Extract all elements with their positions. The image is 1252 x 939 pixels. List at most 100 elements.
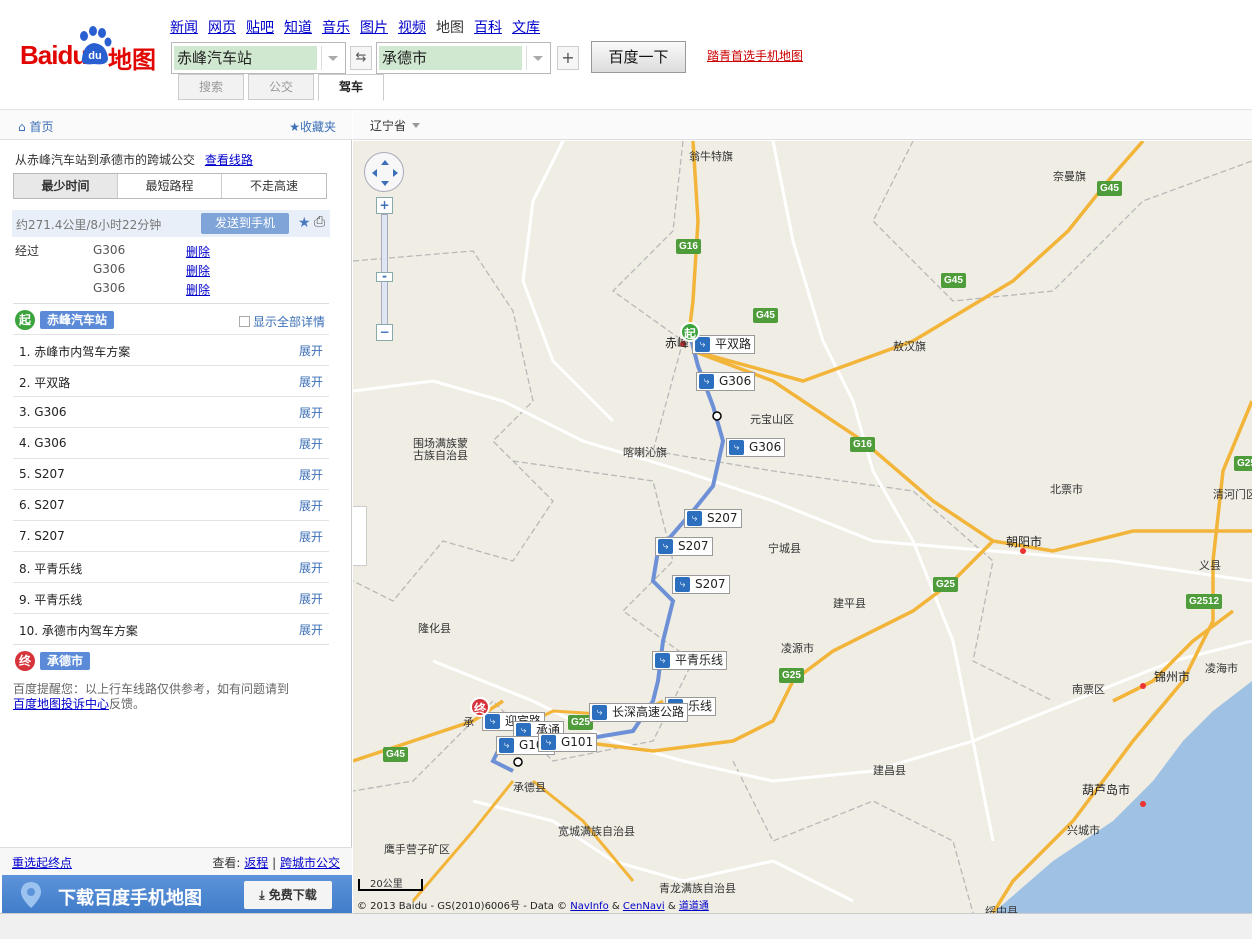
province-selector[interactable]: 辽宁省 bbox=[370, 117, 420, 134]
swap-icon[interactable]: ⇆ bbox=[350, 46, 372, 70]
route-label[interactable]: S207 bbox=[655, 537, 713, 556]
route-label[interactable]: G306 bbox=[726, 438, 786, 457]
nav-link-tieba[interactable]: 贴吧 bbox=[246, 17, 274, 37]
expand-link[interactable]: 展开 bbox=[299, 590, 323, 607]
nav-link-news[interactable]: 新闻 bbox=[170, 17, 198, 37]
expand-link[interactable]: 展开 bbox=[299, 435, 323, 452]
origin-field[interactable]: 赤峰汽车站 bbox=[174, 46, 317, 70]
mobile-map-link[interactable]: 踏青首选手机地图 bbox=[707, 47, 803, 64]
tab-search[interactable]: 搜索 bbox=[178, 74, 244, 100]
tab-no-highway[interactable]: 不走高速 bbox=[222, 174, 326, 198]
expand-link[interactable]: 展开 bbox=[299, 404, 323, 421]
baidu-map-logo[interactable]: Baidu du 地图 bbox=[20, 24, 160, 74]
nav-link-wenku[interactable]: 文库 bbox=[512, 17, 540, 37]
tab-drive[interactable]: 驾车 bbox=[318, 74, 384, 101]
route-label[interactable]: S207 bbox=[672, 575, 730, 594]
origin-dropdown-icon[interactable] bbox=[321, 46, 343, 70]
route-label[interactable]: S207 bbox=[684, 509, 742, 528]
home-icon: ⌂ bbox=[18, 120, 26, 134]
nav-link-images[interactable]: 图片 bbox=[360, 17, 388, 37]
nav-link-web[interactable]: 网页 bbox=[208, 17, 236, 37]
route-label[interactable]: 平双路 bbox=[692, 335, 756, 354]
view-route-link[interactable]: 查看线路 bbox=[205, 153, 253, 167]
zoom-slider-handle[interactable]: - bbox=[376, 270, 393, 282]
expand-link[interactable]: 展开 bbox=[299, 559, 323, 576]
destination-field[interactable]: 承德市 bbox=[379, 46, 522, 70]
collapse-panel-icon[interactable] bbox=[353, 506, 367, 566]
daodaotong-link[interactable]: 道道通 bbox=[679, 901, 709, 912]
destination-input[interactable]: 承德市 bbox=[376, 42, 551, 74]
list-item[interactable]: 6. S207 展开 bbox=[13, 489, 329, 520]
nav-link-zhidao[interactable]: 知道 bbox=[284, 17, 312, 37]
start-name[interactable]: 赤峰汽车站 bbox=[40, 311, 115, 329]
free-download-button[interactable]: ⤓ 免费下载 bbox=[244, 881, 332, 909]
expand-link[interactable]: 展开 bbox=[299, 621, 323, 638]
list-item[interactable]: 3. G306 展开 bbox=[13, 396, 329, 427]
star-icon: ★ bbox=[289, 120, 300, 134]
send-to-phone-button[interactable]: 发送到手机 bbox=[201, 213, 289, 234]
via-delete-link[interactable]: 删除 bbox=[186, 243, 210, 260]
zoom-in-button[interactable]: + bbox=[376, 197, 393, 214]
via-road: G306 bbox=[93, 281, 126, 295]
home-link[interactable]: ⌂ 首页 bbox=[18, 118, 53, 135]
road bbox=[771, 141, 995, 842]
highway-shield: G45 bbox=[753, 308, 778, 323]
tab-shortest[interactable]: 最短路程 bbox=[118, 174, 222, 198]
map-label: 锦州市 bbox=[1154, 670, 1191, 684]
origin-input[interactable]: 赤峰汽车站 bbox=[171, 42, 346, 74]
route-label[interactable]: G101 bbox=[538, 733, 598, 752]
expand-link[interactable]: 展开 bbox=[299, 466, 323, 483]
end-marker-icon[interactable]: 终 bbox=[470, 697, 490, 717]
paw-text: du bbox=[88, 50, 101, 62]
copyright-amp: & bbox=[611, 901, 620, 912]
start-point-row: 起 赤峰汽车站 显示全部详情 bbox=[13, 303, 329, 333]
nav-link-baike[interactable]: 百科 bbox=[474, 17, 502, 37]
list-item[interactable]: 5. S207 展开 bbox=[13, 458, 329, 489]
destination-dropdown-icon[interactable] bbox=[526, 46, 548, 70]
list-item[interactable]: 8. 平青乐线 展开 bbox=[13, 551, 329, 582]
complaint-link[interactable]: 百度地图投诉中心 bbox=[13, 697, 109, 711]
step-label: 5. S207 bbox=[19, 467, 65, 481]
return-link[interactable]: 返程 bbox=[244, 856, 268, 870]
list-item[interactable]: 4. G306 展开 bbox=[13, 427, 329, 458]
route-label[interactable]: 平青乐线 bbox=[652, 651, 728, 670]
end-name[interactable]: 承德市 bbox=[40, 652, 91, 670]
download-promo[interactable]: 下载百度手机地图 ⤓ 免费下载 bbox=[2, 875, 352, 915]
show-all-details-checkbox[interactable]: 显示全部详情 bbox=[238, 313, 325, 330]
highway-shield: G45 bbox=[383, 747, 408, 762]
list-item[interactable]: 10. 承德市内驾车方案 展开 bbox=[13, 613, 329, 644]
search-button[interactable]: 百度一下 bbox=[591, 41, 686, 73]
map-label: 义县 bbox=[1199, 559, 1221, 572]
list-item[interactable]: 1. 赤峰市内驾车方案 展开 bbox=[13, 334, 329, 365]
map-canvas[interactable]: 翁牛特旗 奈曼旗 敖汉旗 赤峰 元宝山区 喀喇沁旗 围场满族蒙 古族自治县 北票… bbox=[353, 141, 1252, 913]
start-marker-icon[interactable]: 起 bbox=[680, 322, 700, 342]
nav-link-music[interactable]: 音乐 bbox=[322, 17, 350, 37]
highway bbox=[1112, 609, 1235, 703]
expand-link[interactable]: 展开 bbox=[299, 342, 323, 359]
intercity-link[interactable]: 跨城市公交 bbox=[280, 856, 340, 870]
zoom-out-button[interactable]: − bbox=[376, 324, 393, 341]
favorite-star-icon[interactable]: ★ bbox=[298, 215, 311, 231]
list-item[interactable]: 7. S207 展开 bbox=[13, 520, 329, 551]
list-item[interactable]: 2. 平双路 展开 bbox=[13, 365, 329, 396]
tab-transit[interactable]: 公交 bbox=[248, 74, 314, 100]
list-item[interactable]: 9. 平青乐线 展开 bbox=[13, 582, 329, 613]
cennavi-link[interactable]: CenNavi bbox=[623, 901, 665, 912]
expand-link[interactable]: 展开 bbox=[299, 528, 323, 545]
route-label[interactable]: 长深高速公路 bbox=[589, 703, 689, 722]
expand-link[interactable]: 展开 bbox=[299, 497, 323, 514]
nav-link-video[interactable]: 视频 bbox=[398, 17, 426, 37]
via-delete-link[interactable]: 删除 bbox=[186, 262, 210, 279]
expand-link[interactable]: 展开 bbox=[299, 373, 323, 390]
copyright-amp: & bbox=[667, 901, 676, 912]
print-icon[interactable]: ⎙ bbox=[314, 214, 325, 230]
route-label[interactable]: G306 bbox=[696, 372, 756, 391]
reselect-link[interactable]: 重选起终点 bbox=[12, 854, 72, 871]
pan-control-icon[interactable] bbox=[364, 152, 404, 192]
via-delete-link[interactable]: 删除 bbox=[186, 281, 210, 298]
tab-fastest[interactable]: 最少时间 bbox=[14, 174, 118, 198]
favorites-link[interactable]: ★收藏夹 bbox=[289, 118, 336, 135]
add-waypoint-icon[interactable]: + bbox=[557, 46, 579, 70]
via-row: G306 删除 bbox=[93, 243, 333, 262]
navinfo-link[interactable]: NavInfo bbox=[570, 901, 608, 912]
